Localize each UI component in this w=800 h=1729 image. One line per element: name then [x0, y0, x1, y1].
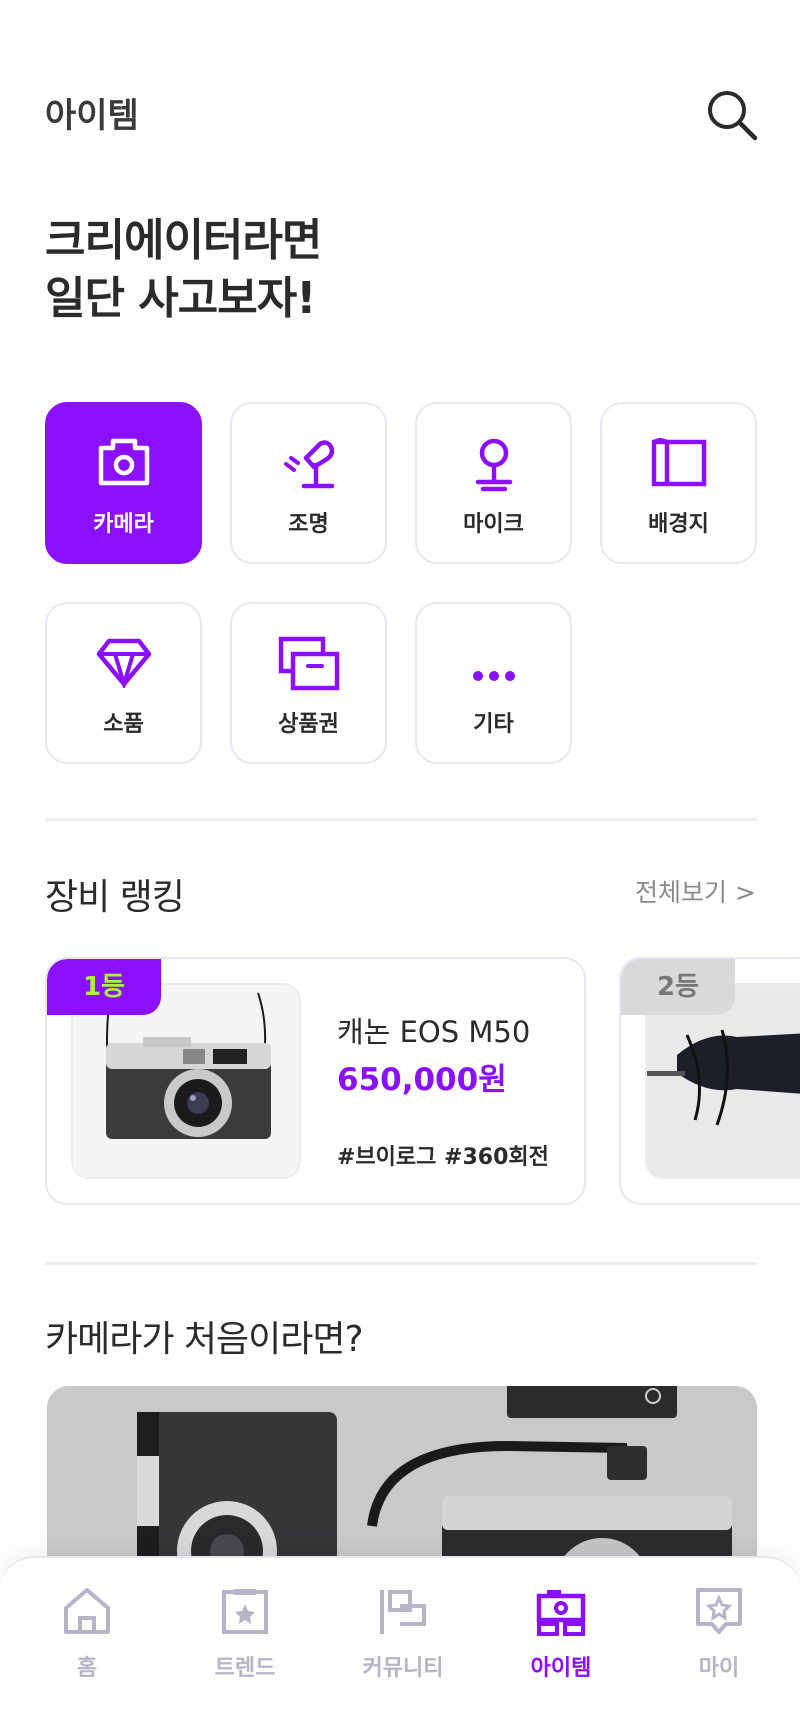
beginner-title: 카메라가 처음이라면?: [45, 1319, 364, 1360]
category-camera[interactable]: 카메라: [45, 402, 202, 564]
category-microphone[interactable]: 마이크: [415, 402, 572, 564]
divider: [45, 1262, 757, 1265]
tab-bar: 홈 트렌드 커뮤니티 아이템 마이: [0, 1556, 800, 1729]
home-icon: [64, 1588, 110, 1634]
gem-icon: [96, 638, 151, 688]
tab-trend[interactable]: 트렌드: [185, 1576, 305, 1686]
product-tags: #브이로그 #360회전: [337, 1145, 549, 1170]
community-icon: [380, 1590, 426, 1634]
category-label: 상품권: [278, 712, 339, 737]
category-etc[interactable]: 기타: [415, 602, 572, 764]
tab-label: 커뮤니티: [362, 1656, 444, 1681]
tab-home[interactable]: 홈: [27, 1576, 147, 1686]
category-gift-card[interactable]: 상품권: [230, 602, 387, 764]
more-icon: [472, 671, 515, 681]
category-label: 배경지: [648, 512, 709, 537]
see-all-link[interactable]: 전체보기 >: [635, 873, 756, 909]
tab-label: 아이템: [530, 1656, 592, 1681]
category-light[interactable]: 조명: [230, 402, 387, 564]
backdrop-icon: [651, 438, 706, 487]
trend-icon: [222, 1589, 268, 1634]
tab-community[interactable]: 커뮤니티: [343, 1576, 463, 1686]
microphone-icon: [475, 438, 512, 492]
light-icon: [283, 440, 334, 489]
category-label: 기타: [473, 712, 514, 737]
headline-line-2: 일단 사고보자!: [45, 273, 316, 324]
tab-item[interactable]: 아이템: [501, 1576, 621, 1686]
category-backdrop[interactable]: 배경지: [600, 402, 757, 564]
product-name: 캐논 EOS M50: [337, 1015, 531, 1049]
category-label: 마이크: [463, 512, 524, 537]
category-props[interactable]: 소품: [45, 602, 202, 764]
my-icon: [696, 1588, 742, 1634]
tab-my[interactable]: 마이: [659, 1576, 779, 1686]
tab-label: 트렌드: [214, 1656, 276, 1681]
divider: [45, 818, 757, 821]
ranking-card-1[interactable]: 1등 캐논 EOS M50 650,000원 #브이로그 #360회전: [45, 957, 586, 1205]
search-icon[interactable]: [705, 88, 759, 142]
product-price: 650,000원: [337, 1062, 507, 1098]
headline: 크리에이터라면 일단 사고보자!: [45, 212, 322, 328]
category-label: 조명: [288, 512, 329, 537]
page-title: 아이템: [45, 96, 139, 136]
rank-badge: 1등: [47, 959, 161, 1015]
gift-card-icon: [278, 636, 339, 691]
ranking-card-2[interactable]: 2등: [619, 957, 800, 1205]
headline-line-1: 크리에이터라면: [45, 215, 322, 266]
category-label: 카메라: [93, 512, 154, 537]
category-label: 소품: [103, 712, 144, 737]
tab-label: 마이: [698, 1656, 740, 1681]
search-button[interactable]: [705, 88, 759, 142]
rank-badge: 2등: [621, 959, 735, 1015]
tab-label: 홈: [76, 1656, 98, 1681]
camera-icon: [98, 438, 149, 486]
item-icon: [536, 1590, 586, 1636]
ranking-title: 장비 랭킹: [45, 877, 185, 918]
